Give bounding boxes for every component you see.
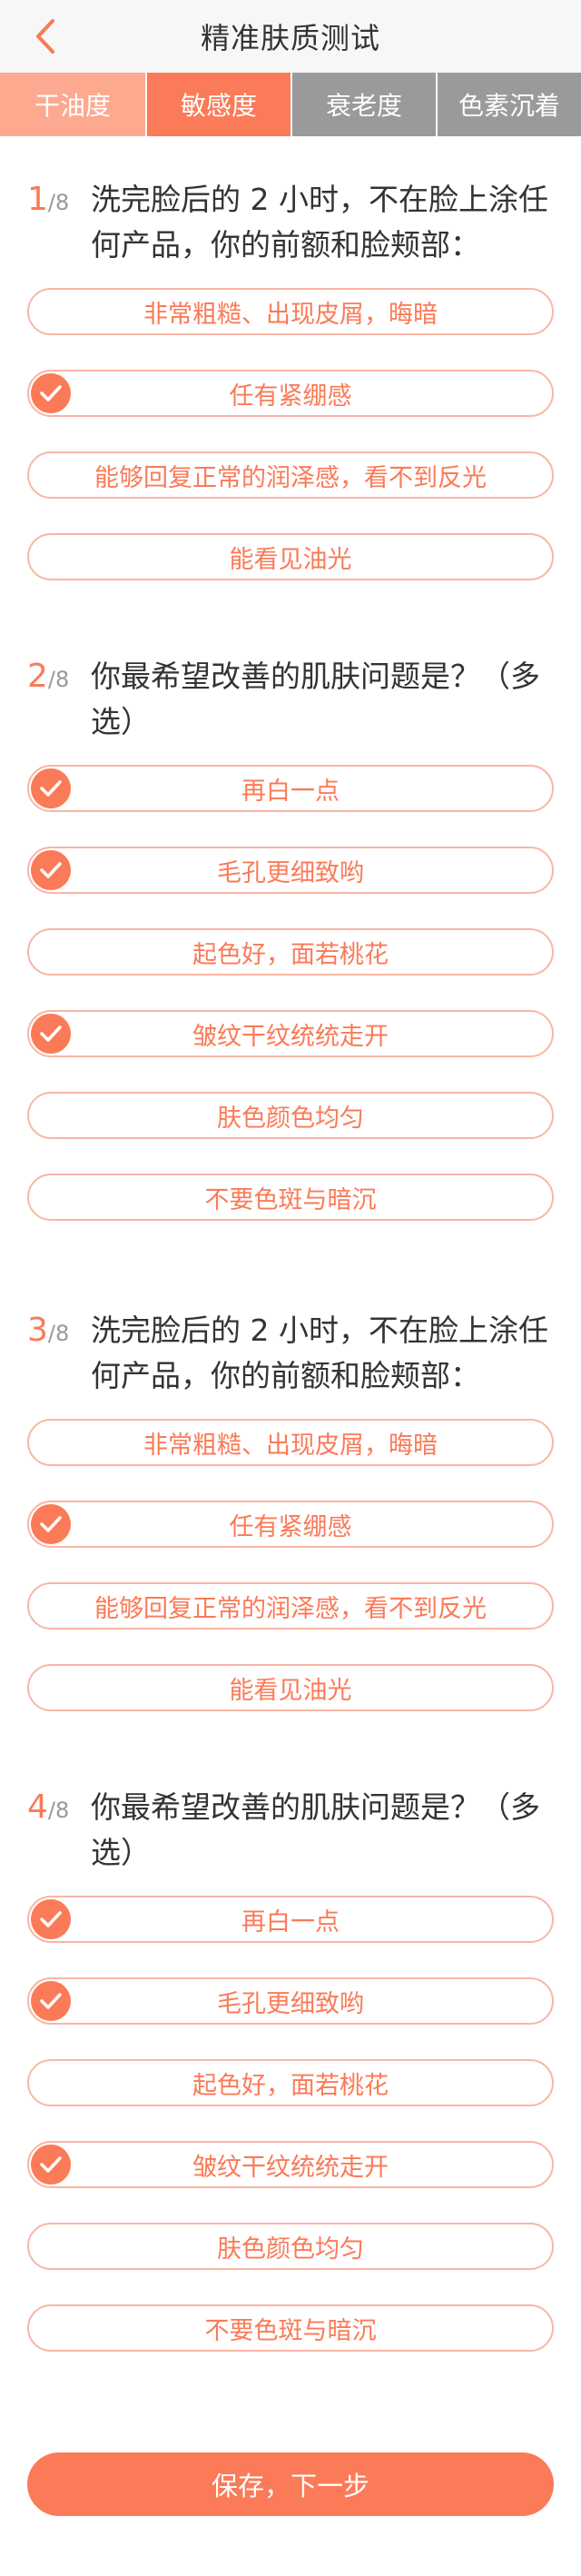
answer-option-label: 不要色斑与暗沉 [204,2316,377,2345]
tab-oiliness[interactable]: 干油度 [0,73,145,136]
checkmark-icon [31,1899,71,1939]
question-header: 4/8 你最希望改善的肌肤问题是？（多选） [0,1785,581,1885]
question-total: 8 [55,1798,70,1823]
question-header: 2/8 你最希望改善的肌肤问题是？（多选） [0,654,581,754]
answer-option-label: 毛孔更细致哟 [217,858,364,887]
question-separator: / [47,667,55,692]
answer-option-label: 再白一点 [241,1907,340,1937]
checkmark-icon [31,2145,71,2185]
question-number: 3/8 [27,1308,69,1356]
question-index: 1 [27,181,48,218]
question-block: 4/8 你最希望改善的肌肤问题是？（多选） 再白一点毛孔更细致哟 起色好，面若桃花 皱纹… [0,1785,581,2352]
answer-option[interactable]: 皱纹干纹统统走开 [27,1010,554,1057]
chevron-left-icon [36,19,54,54]
answer-option-label: 皱纹干纹统统走开 [192,1022,389,1051]
back-button[interactable] [27,16,64,56]
answer-option-label: 能够回复正常的润泽感，看不到反光 [94,463,487,492]
question-index: 4 [27,1788,48,1826]
answer-option[interactable]: 起色好，面若桃花 [27,928,554,976]
question-index: 2 [27,658,48,695]
question-header: 1/8 洗完脸后的 2 小时，不在脸上涂任何产品，你的前额和脸颊部： [0,177,581,277]
answer-option-label: 肤色颜色均匀 [217,2234,364,2264]
checkmark-icon [31,768,71,808]
answer-option-label: 皱纹干纹统统走开 [192,2153,389,2182]
answer-option[interactable]: 肤色颜色均匀 [27,1092,554,1139]
question-block: 3/8 洗完脸后的 2 小时，不在脸上涂任何产品，你的前额和脸颊部： 非常粗糙、出现… [0,1308,581,1711]
question-text: 洗完脸后的 2 小时，不在脸上涂任何产品，你的前额和脸颊部： [91,182,548,263]
answer-option-label: 能看见油光 [229,1676,352,1705]
answer-option-label: 任有紧绷感 [229,1512,352,1541]
answer-option[interactable]: 非常粗糙、出现皮屑，晦暗 [27,288,554,335]
answer-option[interactable]: 任有紧绷感 [27,370,554,417]
question-text: 你最希望改善的肌肤问题是？（多选） [91,659,540,739]
tab-bar: 干油度 敏感度 衰老度 色素沉着 [0,73,581,136]
checkmark-icon [31,1981,71,2021]
answer-option[interactable]: 皱纹干纹统统走开 [27,2141,554,2188]
question-separator: / [47,1321,55,1346]
answer-option[interactable]: 任有紧绷感 [27,1501,554,1548]
answer-option-label: 再白一点 [241,777,340,806]
answer-option[interactable]: 能够回复正常的润泽感，看不到反光 [27,1582,554,1630]
tab-sensitivity[interactable]: 敏感度 [145,73,290,136]
answer-option[interactable]: 毛孔更细致哟 [27,847,554,894]
answer-option[interactable]: 不要色斑与暗沉 [27,1174,554,1221]
question-block: 1/8 洗完脸后的 2 小时，不在脸上涂任何产品，你的前额和脸颊部： 非常粗糙、出现… [0,177,581,580]
answer-option-label: 起色好，面若桃花 [192,940,389,969]
answer-option[interactable]: 能看见油光 [27,533,554,580]
tab-pigmentation[interactable]: 色素沉着 [436,73,581,136]
answer-option-label: 任有紧绷感 [229,381,352,411]
question-total: 8 [55,190,70,215]
checkmark-icon [31,1504,71,1544]
page-title: 精准肤质测试 [200,21,380,55]
question-separator: / [47,190,55,215]
question-total: 8 [55,667,70,692]
question-separator: / [47,1798,55,1823]
answer-option[interactable]: 非常粗糙、出现皮屑，晦暗 [27,1419,554,1466]
answer-option[interactable]: 再白一点 [27,765,554,812]
checkmark-icon [31,850,71,890]
question-total: 8 [55,1321,70,1346]
save-next-button[interactable]: 保存，下一步 [27,2452,554,2516]
question-number: 1/8 [27,177,69,225]
answer-option[interactable]: 肤色颜色均匀 [27,2223,554,2270]
checkmark-icon [31,373,71,413]
question-block: 2/8 你最希望改善的肌肤问题是？（多选） 再白一点毛孔更细致哟 起色好，面若桃花 皱纹… [0,654,581,1221]
question-number: 2/8 [27,654,69,702]
header-bar: 精准肤质测试 [0,0,581,73]
tab-aging[interactable]: 衰老度 [290,73,436,136]
answer-option-label: 不要色斑与暗沉 [204,1185,377,1214]
answer-option-label: 能看见油光 [229,545,352,574]
question-number: 4/8 [27,1785,69,1833]
answer-option-label: 非常粗糙、出现皮屑，晦暗 [143,300,438,329]
answer-option-label: 肤色颜色均匀 [217,1104,364,1133]
answer-option-label: 能够回复正常的润泽感，看不到反光 [94,1594,487,1623]
answer-option[interactable]: 能够回复正常的润泽感，看不到反光 [27,451,554,499]
answer-option-label: 毛孔更细致哟 [217,1989,364,2018]
question-text: 洗完脸后的 2 小时，不在脸上涂任何产品，你的前额和脸颊部： [91,1313,548,1393]
answer-option[interactable]: 再白一点 [27,1896,554,1943]
question-header: 3/8 洗完脸后的 2 小时，不在脸上涂任何产品，你的前额和脸颊部： [0,1308,581,1408]
answer-option-label: 非常粗糙、出现皮屑，晦暗 [143,1431,438,1460]
answer-option-label: 起色好，面若桃花 [192,2071,389,2100]
answer-option[interactable]: 能看见油光 [27,1664,554,1711]
checkmark-icon [31,1014,71,1054]
question-index: 3 [27,1312,48,1349]
question-text: 你最希望改善的肌肤问题是？（多选） [91,1789,540,1870]
answer-option[interactable]: 毛孔更细致哟 [27,1977,554,2025]
answer-option[interactable]: 不要色斑与暗沉 [27,2304,554,2352]
answer-option[interactable]: 起色好，面若桃花 [27,2059,554,2106]
